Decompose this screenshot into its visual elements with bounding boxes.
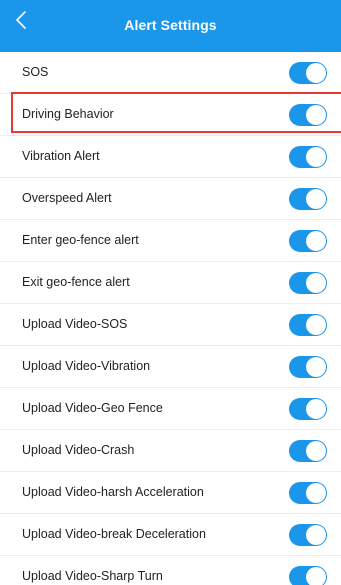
setting-row-upload-video-vibration: Upload Video-Vibration <box>0 346 341 388</box>
upload-video-geo-fence-toggle[interactable] <box>289 398 327 420</box>
upload-video-vibration-toggle[interactable] <box>289 356 327 378</box>
setting-row-upload-video-crash: Upload Video-Crash <box>0 430 341 472</box>
setting-label: Overspeed Alert <box>22 191 112 205</box>
header-bar: Alert Settings <box>0 0 341 52</box>
setting-row-sos: SOS <box>0 52 341 94</box>
setting-label: Upload Video-break Deceleration <box>22 527 206 541</box>
vibration-alert-toggle[interactable] <box>289 146 327 168</box>
setting-row-upload-video-sharp-turn: Upload Video-Sharp Turn <box>0 556 341 585</box>
upload-video-sharp-turn-toggle[interactable] <box>289 566 327 585</box>
setting-row-enter-geofence: Enter geo-fence alert <box>0 220 341 262</box>
setting-label: Upload Video-SOS <box>22 317 128 331</box>
upload-video-sos-toggle[interactable] <box>289 314 327 336</box>
setting-label: SOS <box>22 65 49 79</box>
toggle-knob <box>306 315 326 335</box>
setting-label: Exit geo-fence alert <box>22 275 130 289</box>
setting-row-upload-video-harsh-acceleration: Upload Video-harsh Acceleration <box>0 472 341 514</box>
toggle-knob <box>306 567 326 585</box>
toggle-knob <box>306 147 326 167</box>
toggle-knob <box>306 357 326 377</box>
setting-label: Enter geo-fence alert <box>22 233 139 247</box>
setting-label: Driving Behavior <box>22 107 114 121</box>
upload-video-crash-toggle[interactable] <box>289 440 327 462</box>
settings-list: SOS Driving Behavior Vibration Alert Ove… <box>0 52 341 585</box>
setting-row-vibration-alert: Vibration Alert <box>0 136 341 178</box>
setting-row-upload-video-sos: Upload Video-SOS <box>0 304 341 346</box>
toggle-knob <box>306 189 326 209</box>
toggle-knob <box>306 231 326 251</box>
setting-label: Upload Video-Sharp Turn <box>22 569 163 583</box>
toggle-knob <box>306 483 326 503</box>
toggle-knob <box>306 525 326 545</box>
upload-video-break-deceleration-toggle[interactable] <box>289 524 327 546</box>
setting-label: Upload Video-Crash <box>22 443 135 457</box>
driving-behavior-toggle[interactable] <box>289 104 327 126</box>
upload-video-harsh-acceleration-toggle[interactable] <box>289 482 327 504</box>
toggle-knob <box>306 273 326 293</box>
setting-row-driving-behavior: Driving Behavior <box>0 94 341 136</box>
setting-label: Upload Video-Geo Fence <box>22 401 163 415</box>
toggle-knob <box>306 105 326 125</box>
toggle-knob <box>306 441 326 461</box>
setting-label: Upload Video-Vibration <box>22 359 151 373</box>
setting-row-exit-geofence: Exit geo-fence alert <box>0 262 341 304</box>
page-title: Alert Settings <box>124 17 217 33</box>
sos-toggle[interactable] <box>289 62 327 84</box>
exit-geofence-toggle[interactable] <box>289 272 327 294</box>
setting-row-upload-video-geo-fence: Upload Video-Geo Fence <box>0 388 341 430</box>
alert-settings-screen: Alert Settings SOS Driving Behavior Vibr… <box>0 0 341 585</box>
enter-geofence-toggle[interactable] <box>289 230 327 252</box>
toggle-knob <box>306 63 326 83</box>
setting-label: Upload Video-harsh Acceleration <box>22 485 204 499</box>
setting-row-upload-video-break-deceleration: Upload Video-break Deceleration <box>0 514 341 556</box>
overspeed-alert-toggle[interactable] <box>289 188 327 210</box>
setting-label: Vibration Alert <box>22 149 100 163</box>
toggle-knob <box>306 399 326 419</box>
setting-row-overspeed-alert: Overspeed Alert <box>0 178 341 220</box>
